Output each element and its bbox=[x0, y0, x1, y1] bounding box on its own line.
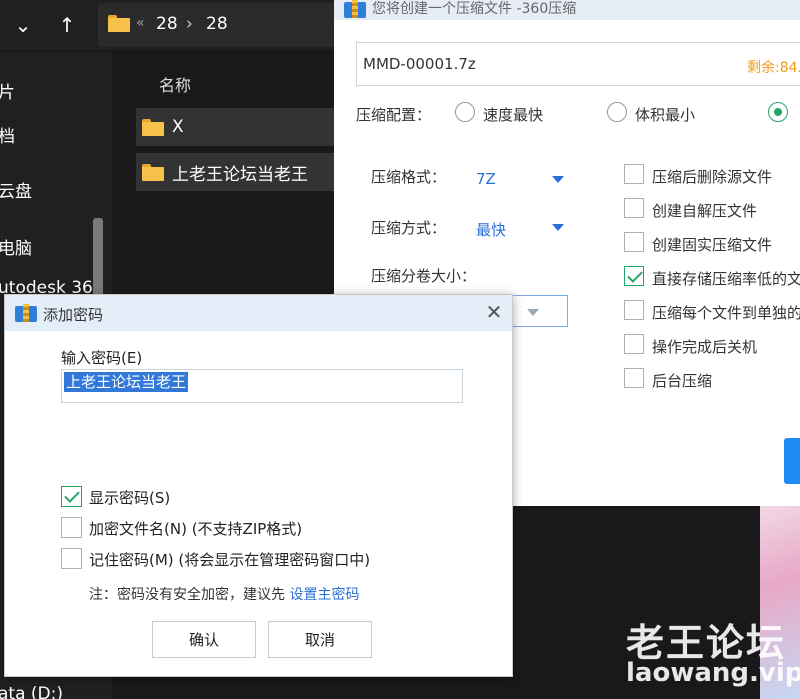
checkbox-label[interactable]: 记住密码(M) (将会显示在管理密码窗口中) bbox=[89, 549, 370, 570]
password-input[interactable]: 上老王论坛当老王 bbox=[61, 369, 463, 403]
file-name: 上老王论坛当老王 bbox=[172, 164, 308, 185]
dropdown-arrow-icon[interactable] bbox=[552, 176, 564, 183]
start-compress-button[interactable] bbox=[784, 438, 800, 484]
address-overflow[interactable]: « bbox=[136, 15, 145, 31]
method-label: 压缩方式： bbox=[371, 219, 447, 237]
nav-item[interactable]: 片 bbox=[0, 78, 15, 103]
archive-icon bbox=[15, 304, 37, 322]
free-space-label: 剩余:84.6G bbox=[747, 60, 800, 76]
checkbox-solid[interactable] bbox=[624, 232, 644, 252]
explorer-toolbar: ⌄ ↑ « 28 › 28 bbox=[0, 0, 340, 50]
format-select[interactable]: 7Z bbox=[476, 170, 496, 188]
column-header-name[interactable]: 名称 bbox=[159, 72, 191, 96]
address-bar[interactable]: « 28 › 28 bbox=[98, 3, 338, 47]
checkbox-label[interactable]: 创建固实压缩文件 bbox=[652, 234, 772, 255]
checkbox-label[interactable]: 加密文件名(N) (不支持ZIP格式) bbox=[89, 518, 302, 539]
nav-scrollbar[interactable] bbox=[93, 218, 103, 298]
checkbox-show-password[interactable] bbox=[61, 486, 82, 507]
volume-size-select[interactable] bbox=[510, 295, 568, 327]
checkbox-shutdown[interactable] bbox=[624, 334, 644, 354]
radio-custom[interactable] bbox=[768, 102, 788, 122]
radio-label[interactable]: 体积最小 bbox=[635, 104, 695, 125]
nav-item[interactable]: 电脑 bbox=[0, 234, 32, 259]
checkbox-label[interactable]: 直接存储压缩率低的文 bbox=[652, 268, 800, 289]
checkbox-label[interactable]: 创建自解压文件 bbox=[652, 200, 757, 221]
password-label: 输入密码(E) bbox=[61, 349, 143, 367]
close-icon[interactable]: ✕ bbox=[483, 301, 505, 323]
dialog-title-bar: 添加密码 ✕ bbox=[5, 295, 512, 331]
cancel-button[interactable]: 取消 bbox=[268, 621, 372, 658]
file-row[interactable]: 上老王论坛当老王 bbox=[136, 153, 336, 191]
confirm-button[interactable]: 确认 bbox=[152, 621, 256, 658]
radio-speed-fastest[interactable] bbox=[455, 102, 475, 122]
checkbox-label[interactable]: 操作完成后关机 bbox=[652, 336, 757, 357]
checkbox-remember-password[interactable] bbox=[61, 548, 82, 569]
folder-icon bbox=[142, 163, 164, 181]
file-name: X bbox=[172, 117, 184, 137]
breadcrumb-segment[interactable]: 28 bbox=[206, 14, 228, 34]
checkbox-self-extract[interactable] bbox=[624, 198, 644, 218]
checkbox-background[interactable] bbox=[624, 368, 644, 388]
file-row[interactable]: X bbox=[136, 108, 336, 146]
watermark-url: laowang.vip bbox=[626, 658, 800, 688]
up-arrow-icon[interactable]: ↑ bbox=[50, 8, 84, 42]
dialog-title: 添加密码 bbox=[43, 306, 104, 324]
security-note: 注：密码没有安全加密，建议先 设置主密码 bbox=[89, 584, 359, 604]
checkbox-separate-archives[interactable] bbox=[624, 300, 644, 320]
chevron-down-icon[interactable]: ⌄ bbox=[6, 8, 40, 42]
archive-filename-field[interactable]: MMD-00001.7z 剩余:84.6G bbox=[356, 42, 800, 86]
password-value[interactable]: 上老王论坛当老王 bbox=[64, 372, 189, 392]
folder-icon bbox=[142, 118, 164, 136]
checkbox-label[interactable]: 后台压缩 bbox=[652, 370, 712, 391]
archive-icon bbox=[344, 0, 366, 18]
archive-filename[interactable]: MMD-00001.7z bbox=[363, 55, 476, 73]
nav-item[interactable]: 云盘 bbox=[0, 177, 32, 202]
add-password-dialog: 添加密码 ✕ 输入密码(E) 上老王论坛当老王 显示密码(S) 加密文件名(N)… bbox=[4, 294, 513, 677]
dropdown-arrow-icon[interactable] bbox=[527, 309, 539, 316]
nav-item[interactable]: 档 bbox=[0, 122, 15, 147]
compress-title-bar: 您将创建一个压缩文件 -360压缩 bbox=[334, 0, 800, 20]
breadcrumb-separator-icon: › bbox=[186, 14, 193, 34]
checkbox-label[interactable]: 压缩后删除源文件 bbox=[652, 166, 772, 187]
config-label: 压缩配置： bbox=[356, 106, 432, 124]
checkbox-delete-source[interactable] bbox=[624, 164, 644, 184]
note-text: 注：密码没有安全加密，建议先 bbox=[89, 587, 285, 603]
compress-title: 您将创建一个压缩文件 -360压缩 bbox=[372, 1, 577, 17]
breadcrumb-segment[interactable]: 28 bbox=[156, 14, 178, 34]
dropdown-arrow-icon[interactable] bbox=[552, 224, 564, 231]
radio-smallest-size[interactable] bbox=[607, 102, 627, 122]
nav-item[interactable]: ata (D:) bbox=[0, 684, 63, 699]
set-master-password-link[interactable]: 设置主密码 bbox=[289, 587, 359, 603]
radio-label[interactable]: 速度最快 bbox=[483, 104, 543, 125]
method-select[interactable]: 最快 bbox=[476, 219, 506, 240]
format-label: 压缩格式： bbox=[371, 168, 447, 186]
checkbox-label[interactable]: 压缩每个文件到单独的 bbox=[652, 302, 800, 323]
folder-icon bbox=[108, 15, 130, 32]
checkbox-encrypt-filenames[interactable] bbox=[61, 517, 82, 538]
checkbox-store-low-ratio[interactable] bbox=[624, 266, 644, 286]
volume-label: 压缩分卷大小： bbox=[371, 267, 477, 285]
checkbox-label[interactable]: 显示密码(S) bbox=[89, 487, 170, 508]
